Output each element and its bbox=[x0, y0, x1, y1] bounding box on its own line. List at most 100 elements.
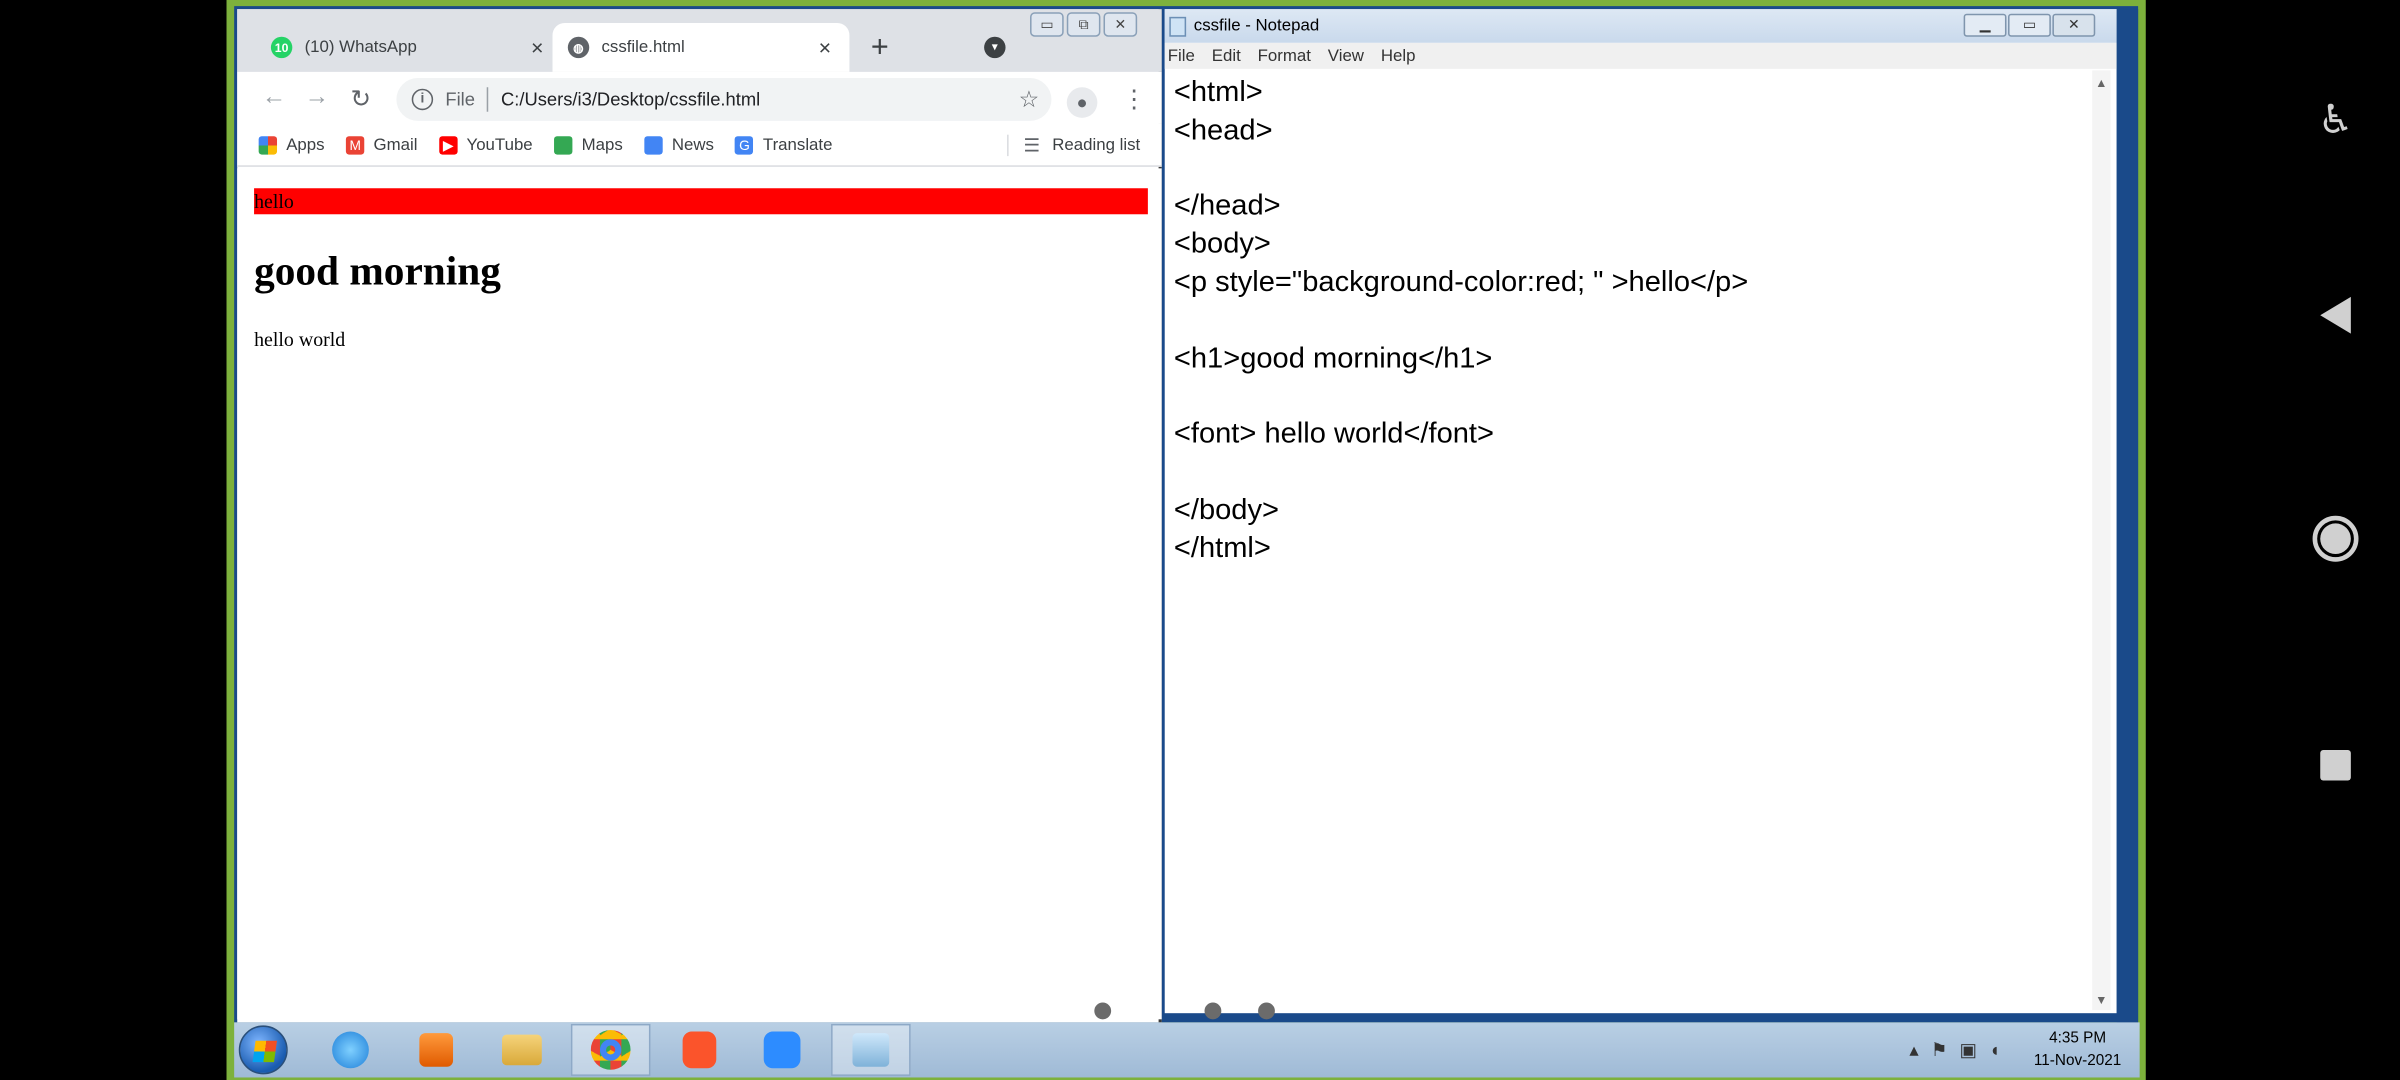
bookmark-label: Translate bbox=[762, 135, 833, 154]
recents-button[interactable] bbox=[2305, 735, 2366, 796]
notepad-window: cssfile - Notepad ▁ ▭ ✕ File Edit Format… bbox=[1164, 9, 2117, 1014]
close-tab-icon[interactable]: × bbox=[525, 35, 549, 59]
whatsapp-icon: 10 bbox=[270, 36, 293, 59]
globe-icon: ◍ bbox=[567, 36, 590, 59]
scroll-up-arrow-icon[interactable]: ▲ bbox=[2095, 77, 2107, 91]
window-controls: ▭ ⧉ ✕ bbox=[1027, 12, 1138, 37]
folder-icon bbox=[502, 1034, 542, 1066]
back-button[interactable] bbox=[2305, 285, 2366, 346]
font-text: hello world bbox=[254, 327, 346, 351]
minimize-button[interactable]: ▭ bbox=[1030, 12, 1064, 37]
android-nav-bar: ♿︎ bbox=[2271, 0, 2400, 1080]
reading-list-button[interactable]: ☰ Reading list bbox=[1006, 133, 1141, 156]
taskbar-file-explorer[interactable] bbox=[482, 1024, 562, 1076]
tray-icons[interactable]: ▴⚑▣◖ bbox=[1909, 1039, 2012, 1060]
taskbar: ▴⚑▣◖ 4:35 PM 11-Nov-2021 bbox=[234, 1022, 2140, 1078]
menu-view[interactable]: View bbox=[1328, 47, 1364, 65]
maps-icon bbox=[554, 135, 573, 154]
gmail-icon: M bbox=[346, 135, 365, 154]
forward-arrow-icon[interactable]: → bbox=[305, 84, 329, 112]
notepad-icon bbox=[852, 1033, 890, 1067]
clock-date: 11-Nov-2021 bbox=[2033, 1052, 2122, 1070]
tab-title: (10) WhatsApp bbox=[304, 38, 417, 57]
reload-icon[interactable]: ↻ bbox=[350, 84, 371, 115]
bookmark-youtube[interactable]: ▶ YouTube bbox=[438, 135, 533, 154]
maximize-button[interactable]: ▭ bbox=[2008, 13, 2051, 37]
internet-explorer-icon bbox=[332, 1031, 369, 1069]
vertical-scrollbar[interactable]: ▲ ▼ bbox=[2092, 70, 2111, 1011]
tab-cssfile[interactable]: ◍ cssfile.html × bbox=[552, 22, 850, 72]
bookmark-apps[interactable]: Apps bbox=[258, 135, 325, 154]
close-window-button[interactable]: ✕ bbox=[1103, 12, 1138, 37]
back-arrow-icon[interactable]: ← bbox=[262, 84, 286, 112]
menu-file[interactable]: File bbox=[1168, 47, 1195, 65]
bookmark-label: YouTube bbox=[466, 135, 533, 154]
menu-format[interactable]: Format bbox=[1258, 47, 1311, 65]
page-heading: good morning bbox=[254, 247, 501, 294]
notepad-title: cssfile - Notepad bbox=[1193, 16, 1320, 36]
scroll-down-arrow-icon[interactable]: ▼ bbox=[2095, 993, 2107, 1007]
windows-logo-icon bbox=[252, 1040, 277, 1063]
tab-search-icon[interactable]: ▾ bbox=[984, 36, 1006, 59]
url-text[interactable]: C:/Users/i3/Desktop/cssfile.html bbox=[501, 89, 760, 110]
clock[interactable]: 4:35 PM 11-Nov-2021 bbox=[2034, 1027, 2121, 1073]
home-circle-icon bbox=[2312, 515, 2359, 562]
bookmark-star-icon[interactable]: ☆ bbox=[1019, 86, 1040, 113]
bookmark-label: Maps bbox=[581, 135, 623, 154]
home-button[interactable] bbox=[2305, 508, 2366, 569]
notepad-text-area[interactable]: <html> <head> </head> <body> <p style="b… bbox=[1174, 75, 2092, 568]
zoom-camera-icon bbox=[763, 1031, 801, 1069]
close-tab-icon[interactable]: × bbox=[813, 35, 837, 59]
taskbar-chrome[interactable] bbox=[570, 1023, 651, 1076]
bookmark-translate[interactable]: G Translate bbox=[735, 135, 833, 154]
chrome-window: 10 (10) WhatsApp × ◍ cssfile.html × + ▾ … bbox=[237, 9, 1162, 1023]
news-icon bbox=[644, 135, 663, 154]
pager-dot bbox=[1204, 1002, 1222, 1020]
web-page-content: hello good morning hello world bbox=[237, 168, 1162, 1020]
window-edge bbox=[2116, 9, 2139, 1023]
close-window-button[interactable]: ✕ bbox=[2052, 13, 2096, 37]
menu-help[interactable]: Help bbox=[1381, 47, 1416, 65]
red-paragraph: hello bbox=[254, 188, 1148, 215]
bookmark-gmail[interactable]: M Gmail bbox=[346, 135, 418, 154]
taskbar-brave[interactable] bbox=[660, 1024, 740, 1076]
bookmark-news[interactable]: News bbox=[644, 135, 714, 154]
notepad-menu-bar: File Edit Format View Help bbox=[1164, 42, 2117, 69]
pager-dot bbox=[1094, 1002, 1112, 1020]
accessibility-icon[interactable]: ♿︎ bbox=[2305, 89, 2366, 150]
tab-whatsapp[interactable]: 10 (10) WhatsApp × bbox=[256, 23, 562, 72]
start-button[interactable] bbox=[238, 1025, 288, 1075]
chrome-icon bbox=[590, 1030, 631, 1070]
taskbar-internet-explorer[interactable] bbox=[311, 1024, 391, 1076]
notepad-titlebar: cssfile - Notepad ▁ ▭ ✕ bbox=[1164, 9, 2117, 43]
system-tray: ▴⚑▣◖ 4:35 PM 11-Nov-2021 bbox=[1909, 1022, 2121, 1077]
media-player-icon bbox=[419, 1033, 454, 1067]
youtube-icon: ▶ bbox=[438, 135, 458, 154]
tab-title: cssfile.html bbox=[601, 38, 685, 57]
restore-button[interactable]: ⧉ bbox=[1066, 12, 1101, 37]
info-icon[interactable]: i bbox=[411, 88, 434, 111]
menu-kebab-icon[interactable]: ⋮ bbox=[1122, 84, 1146, 115]
apps-grid-icon bbox=[258, 135, 278, 154]
address-bar[interactable]: i File C:/Users/i3/Desktop/cssfile.html … bbox=[396, 78, 1052, 121]
clock-time: 4:35 PM bbox=[2049, 1030, 2107, 1047]
bookmark-label: Apps bbox=[286, 135, 325, 154]
divider bbox=[487, 87, 489, 112]
phone-screen: 10 (10) WhatsApp × ◍ cssfile.html × + ▾ … bbox=[0, 0, 2400, 1080]
screen-content: 10 (10) WhatsApp × ◍ cssfile.html × + ▾ … bbox=[0, 0, 2400, 1080]
url-scheme: File bbox=[445, 88, 475, 111]
bookmark-label: News bbox=[671, 135, 714, 154]
taskbar-zoom[interactable] bbox=[742, 1024, 822, 1076]
notepad-window-controls: ▁ ▭ ✕ bbox=[1962, 13, 2096, 37]
pager-dot bbox=[1258, 1002, 1275, 1020]
profile-avatar-icon[interactable]: ● bbox=[1066, 87, 1098, 118]
taskbar-notepad[interactable] bbox=[831, 1023, 911, 1076]
bookmark-maps[interactable]: Maps bbox=[554, 135, 623, 154]
notepad-app-icon bbox=[1169, 16, 1187, 36]
minimize-button[interactable]: ▁ bbox=[1963, 13, 2007, 37]
recents-square-icon bbox=[2320, 749, 2351, 781]
reading-list-label: Reading list bbox=[1052, 135, 1141, 154]
taskbar-media-player[interactable] bbox=[396, 1024, 476, 1076]
menu-edit[interactable]: Edit bbox=[1212, 47, 1241, 65]
new-tab-button[interactable]: + bbox=[871, 31, 889, 65]
